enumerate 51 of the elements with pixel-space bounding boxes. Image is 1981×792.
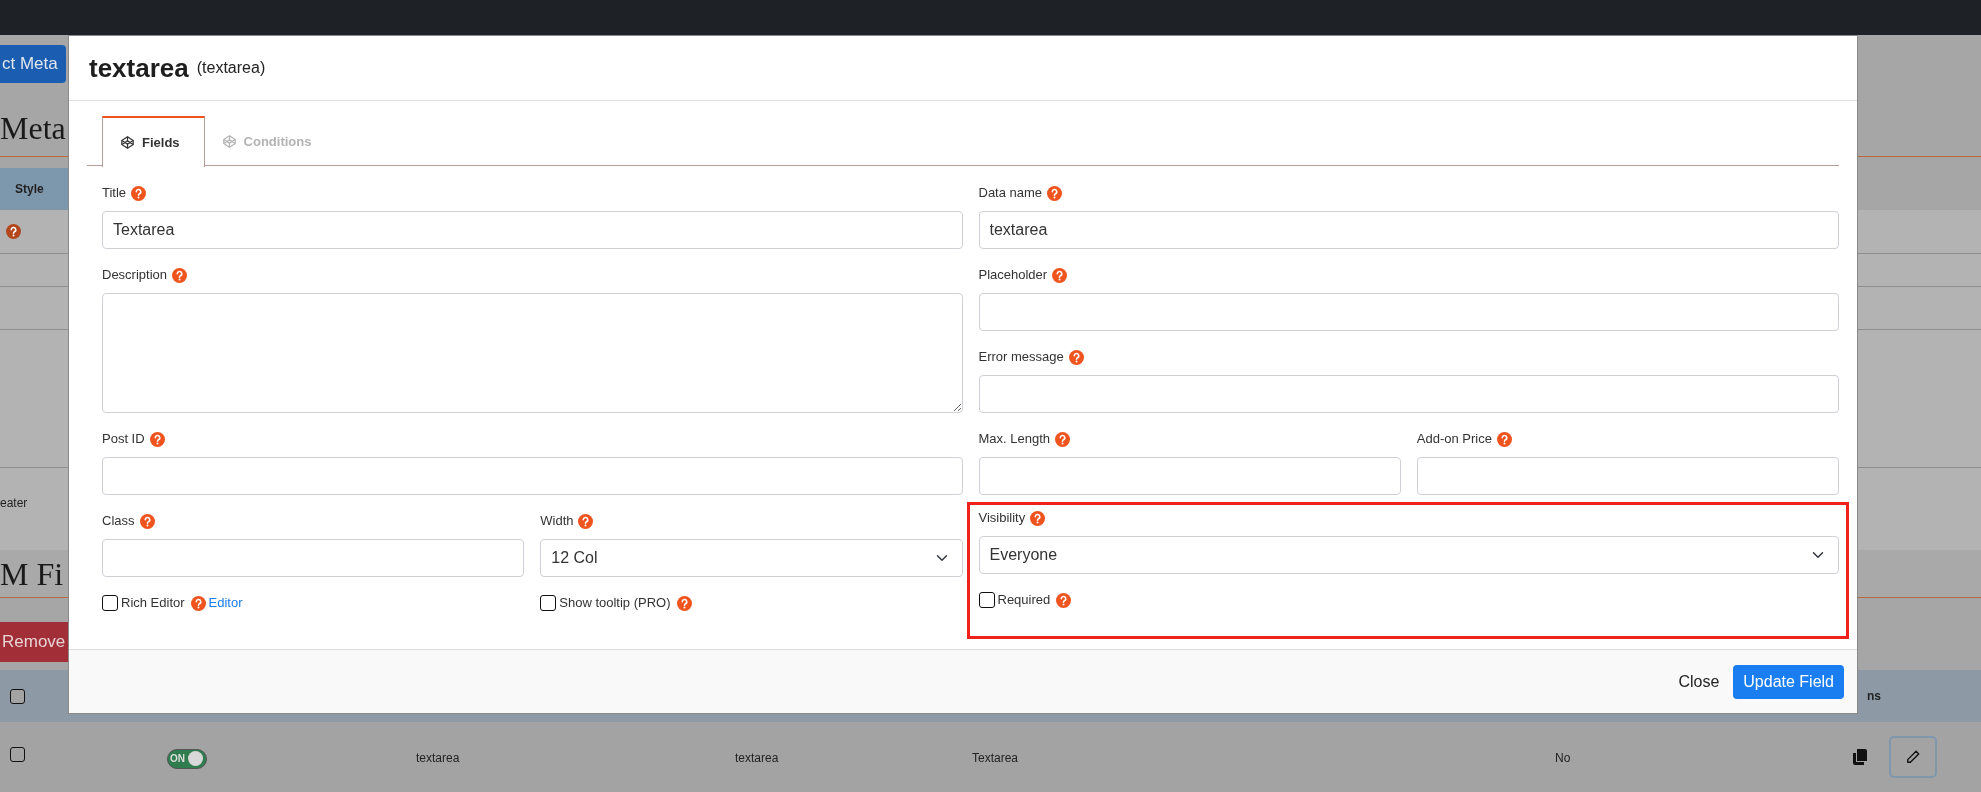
checkbox[interactable] bbox=[102, 595, 118, 611]
checkbox-label: Show tooltip (PRO) bbox=[559, 594, 671, 613]
column-header: Style bbox=[15, 181, 44, 198]
table-cell: Textarea bbox=[972, 751, 1019, 765]
input-field[interactable] bbox=[102, 539, 525, 577]
field-label: Max. Length bbox=[978, 430, 1051, 449]
field-label: Description bbox=[102, 266, 168, 285]
copy-icon[interactable] bbox=[1853, 749, 1867, 765]
update-button[interactable]: Update Field bbox=[1733, 664, 1844, 699]
field-label: Post ID bbox=[102, 430, 145, 449]
field-label: Add-on Price bbox=[1416, 430, 1492, 449]
pencil-icon bbox=[1906, 750, 1920, 764]
select-field[interactable]: Everyone bbox=[978, 536, 1839, 574]
select-field[interactable]: 12 Col bbox=[540, 539, 963, 577]
field-label: Data name bbox=[978, 184, 1043, 203]
field-label: Class bbox=[102, 512, 135, 531]
input-field[interactable]: Textarea bbox=[102, 211, 963, 249]
input-field[interactable] bbox=[978, 375, 1839, 413]
checkbox[interactable] bbox=[540, 595, 557, 611]
section-heading: Meta bbox=[0, 112, 66, 144]
section-heading: M Fi bbox=[0, 558, 64, 590]
table-cell: No bbox=[1555, 751, 1571, 765]
checkbox-label: Rich Editor bbox=[121, 594, 185, 613]
input-field[interactable]: textarea bbox=[978, 211, 1839, 249]
checkbox[interactable] bbox=[10, 747, 25, 762]
toggle-switch[interactable]: ON bbox=[167, 748, 207, 769]
checkbox[interactable] bbox=[978, 592, 995, 608]
close-button[interactable]: Close bbox=[1676, 665, 1722, 698]
input-field[interactable] bbox=[978, 293, 1839, 331]
row-text: eater bbox=[0, 496, 28, 510]
table-cell: textarea bbox=[735, 751, 779, 765]
table-cell: textarea bbox=[416, 751, 460, 765]
tab[interactable]: Fields bbox=[102, 116, 205, 167]
field-label: Width bbox=[540, 512, 574, 531]
input-field[interactable] bbox=[978, 457, 1401, 495]
editor-link[interactable]: Editor bbox=[208, 593, 243, 613]
modal-subtitle: (textarea) bbox=[196, 58, 266, 78]
add-meta-button[interactable]: ct Meta bbox=[0, 45, 66, 83]
input-field[interactable] bbox=[1416, 457, 1839, 495]
input-field[interactable] bbox=[102, 457, 963, 495]
field-label: Placeholder bbox=[978, 266, 1048, 285]
column-header: ns bbox=[1867, 688, 1881, 705]
edit-button[interactable] bbox=[1889, 736, 1937, 778]
field-label: Error message bbox=[978, 348, 1064, 367]
checkbox-label: Required bbox=[997, 591, 1051, 610]
checkbox[interactable] bbox=[10, 688, 25, 704]
cube-icon bbox=[222, 134, 236, 148]
field-label: Title bbox=[102, 184, 127, 203]
cube-icon bbox=[121, 135, 134, 149]
field-label: Visibility bbox=[978, 509, 1026, 528]
modal-title: textarea bbox=[89, 51, 189, 85]
